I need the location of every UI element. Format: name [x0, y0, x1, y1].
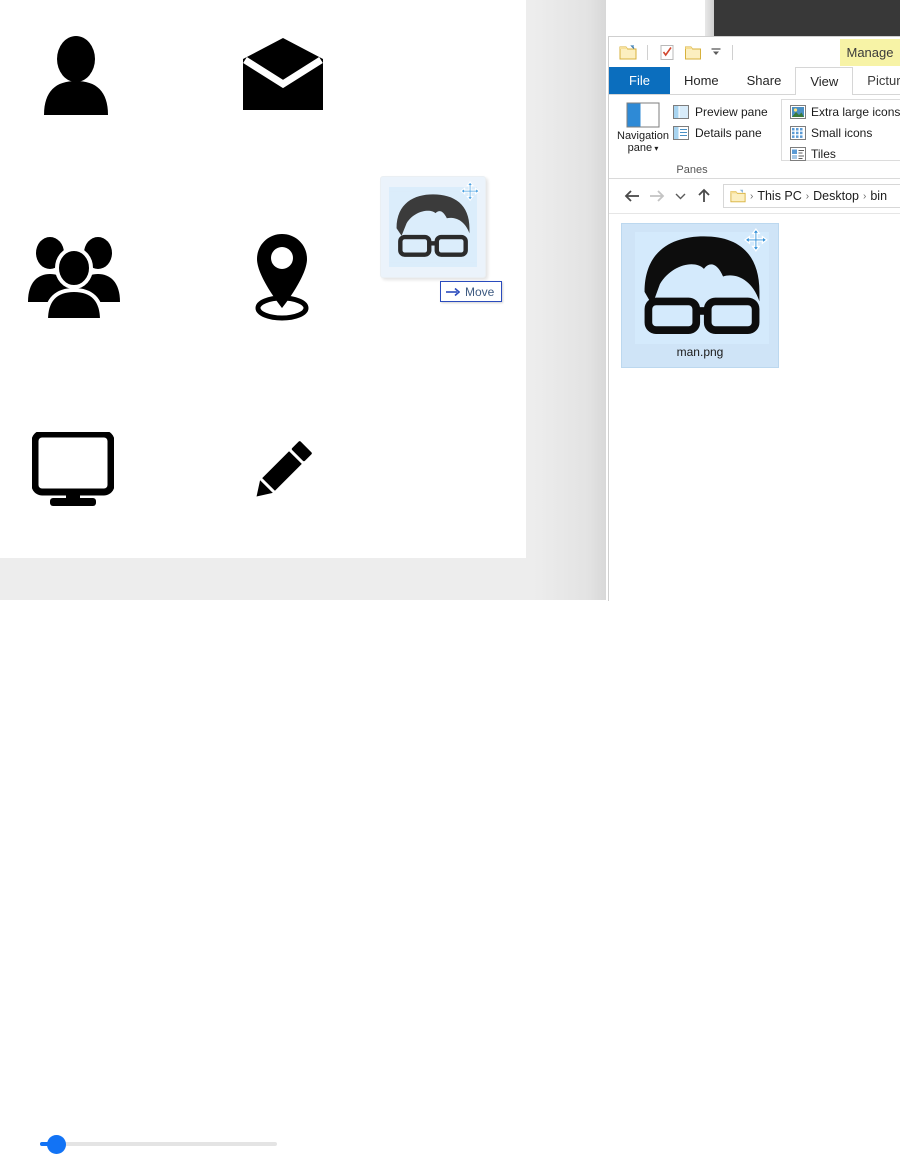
- layout-gallery: Extra large icons: [781, 99, 900, 161]
- zoom-slider-track[interactable]: [40, 1142, 277, 1146]
- view-tiles[interactable]: Tiles: [786, 144, 900, 163]
- up-arrow-icon[interactable]: [693, 185, 715, 207]
- location-pin-icon[interactable]: [252, 232, 312, 322]
- new-folder-icon[interactable]: [618, 42, 638, 62]
- file-explorer-window: File Home Share View Picture To Navigati…: [608, 36, 900, 601]
- layout-gallery-primary-column: Extra large icons: [786, 102, 900, 163]
- breadcrumb[interactable]: › This PC › Desktop › bin: [723, 184, 900, 208]
- properties-icon[interactable]: [657, 42, 677, 62]
- toolbar-separator: [647, 45, 648, 60]
- slider-panel: [0, 558, 606, 600]
- file-item-man-png[interactable]: man.png: [621, 223, 779, 368]
- arrow-right-icon: [446, 287, 460, 297]
- ribbon-group-panes: Navigation pane ▾ Preview pa: [609, 95, 775, 178]
- group-icon[interactable]: [28, 232, 120, 320]
- envelope-icon[interactable]: [243, 38, 323, 110]
- breadcrumb-separator-0: ›: [750, 191, 753, 202]
- preview-pane-icon: [673, 104, 690, 120]
- tab-picture-tools[interactable]: Picture To: [853, 67, 900, 94]
- toolbar-separator-2: [732, 45, 733, 60]
- recent-locations-caret-icon[interactable]: [669, 185, 691, 207]
- ribbon-tabstrip: File Home Share View Picture To: [609, 67, 900, 95]
- ribbon-group-layout-label: [775, 162, 900, 178]
- details-pane-button[interactable]: Details pane: [673, 124, 768, 142]
- breadcrumb-separator-1: ›: [806, 191, 809, 202]
- contextual-tab-header-manage: Manage: [840, 39, 900, 66]
- move-drag-cursor: [460, 181, 482, 203]
- extra-large-icons-icon: [789, 104, 806, 120]
- navigation-pane-button[interactable]: Navigation pane ▾: [617, 101, 669, 155]
- navigation-pane-label-line1: Navigation: [617, 130, 669, 142]
- contextual-tab-header-label: Manage: [847, 45, 894, 60]
- tiles-icon: [789, 146, 806, 162]
- preview-pane-label: Preview pane: [695, 105, 768, 119]
- ribbon-group-panes-label: Panes: [609, 162, 775, 178]
- tab-home[interactable]: Home: [670, 67, 733, 94]
- drag-move-tooltip: Move: [440, 281, 502, 302]
- chevron-down-icon[interactable]: ▾: [652, 144, 658, 153]
- tab-share[interactable]: Share: [733, 67, 796, 94]
- preview-pane-button[interactable]: Preview pane: [673, 103, 768, 121]
- details-pane-icon: [673, 125, 690, 141]
- move-drag-cursor: [744, 228, 770, 254]
- navigation-pane-icon: [626, 101, 660, 128]
- tab-view[interactable]: View: [795, 67, 853, 95]
- back-arrow-icon[interactable]: [621, 185, 643, 207]
- view-extra-large-icons[interactable]: Extra large icons: [786, 102, 900, 121]
- view-small-icons[interactable]: Small icons: [786, 123, 900, 142]
- breadcrumb-desktop[interactable]: Desktop: [813, 189, 859, 203]
- small-icons-icon: [789, 125, 806, 141]
- breadcrumb-separator-2: ›: [863, 191, 866, 202]
- customize-caret-icon[interactable]: [709, 43, 723, 61]
- navigation-pane-label-line2: pane: [628, 142, 652, 154]
- view-tiles-label: Tiles: [811, 147, 836, 161]
- tab-file[interactable]: File: [609, 67, 670, 94]
- monitor-icon[interactable]: [32, 432, 114, 508]
- folder-icon: [730, 189, 746, 203]
- drag-move-tooltip-label: Move: [465, 285, 494, 299]
- view-small-icons-label: Small icons: [811, 126, 872, 140]
- breadcrumb-this-pc[interactable]: This PC: [757, 189, 801, 203]
- new-item-icon[interactable]: [683, 42, 703, 62]
- details-pane-label: Details pane: [695, 126, 762, 140]
- person-icon[interactable]: [40, 35, 112, 115]
- view-extra-large-icons-label: Extra large icons: [811, 105, 900, 119]
- zoom-slider-thumb[interactable]: [47, 1135, 66, 1154]
- icon-panel: Move: [0, 0, 526, 558]
- breadcrumb-bin[interactable]: bin: [870, 189, 887, 203]
- pencil-icon[interactable]: [244, 435, 320, 507]
- forward-arrow-icon: [645, 185, 667, 207]
- ribbon: Navigation pane ▾ Preview pa: [609, 95, 900, 179]
- file-item-label: man.png: [622, 345, 778, 359]
- drag-ghost-thumbnail: [380, 176, 486, 278]
- ribbon-group-layout: Extra large icons: [775, 95, 900, 178]
- address-bar: › This PC › Desktop › bin: [609, 179, 900, 214]
- window-edge-shadow: [705, 0, 714, 37]
- file-list-content: man.png: [609, 214, 900, 574]
- background-dark-bar: [714, 0, 900, 37]
